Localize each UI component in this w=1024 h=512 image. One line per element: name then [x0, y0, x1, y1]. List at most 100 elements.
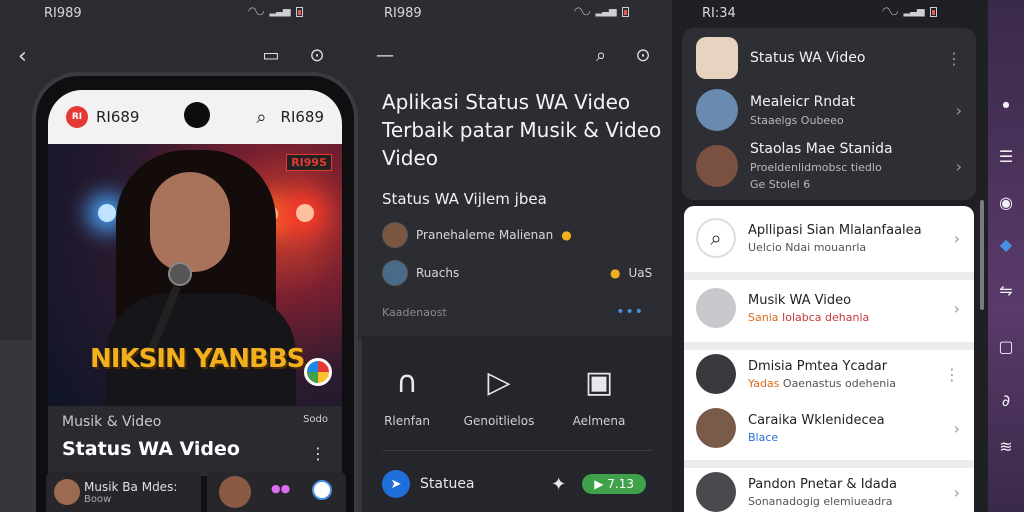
avatar — [54, 479, 80, 505]
phone-screen: RI RI689 ⌕ RI689 RI99S NIKSIN YANBBS Mus… — [48, 90, 342, 512]
settings-icon[interactable]: ⊙ — [306, 44, 328, 66]
battery-icon — [621, 6, 629, 17]
list-item-text: Caraika Wklenidecea Blace — [748, 413, 885, 444]
section-subtitle: Status WA Vijlem jbea — [382, 190, 547, 208]
list-item-subtitle: Yadas Oaenastus odehenia — [748, 377, 896, 390]
hero-tag: RI99S — [286, 154, 332, 171]
thumbnail-card[interactable]: ●● — [207, 472, 346, 512]
app-icon — [312, 480, 332, 500]
list-item-note: Iolabca dehanla — [782, 310, 870, 324]
avatar — [696, 472, 736, 512]
action-listen[interactable]: ∩ Rlenfan — [362, 365, 452, 429]
list-item-label: Pranehaleme Malienan — [416, 228, 554, 242]
list-item[interactable]: Dmisia Pmtea Ycadar Yadas Oaenastus odeh… — [696, 354, 960, 394]
app-icon[interactable]: ◆ — [994, 232, 1018, 256]
search-icon[interactable]: ⌕ — [590, 44, 612, 66]
share-icon[interactable]: ⇋ — [994, 278, 1018, 302]
thumbnail-label: Musik Ba Mdes: — [84, 479, 178, 494]
list-item[interactable]: ⌕ Apllipasi Sian Mlalanfaalea Uelcio Nda… — [696, 218, 960, 258]
list-item[interactable]: Ruachs — [382, 260, 459, 286]
list-item[interactable]: Status WA Video ⋮ — [696, 34, 962, 82]
more-icon[interactable]: ••• — [616, 304, 644, 320]
emoji-icon: ● — [561, 228, 572, 242]
list-item[interactable]: Mealeicr Rndat Staaelgs Oubeeo › — [696, 86, 962, 134]
list-item-text: Apllipasi Sian Mlalanfaalea Uelcio Ndai … — [748, 223, 922, 254]
list-item-text: Pandon Pnetar & Idada Sonanadogig elemiu… — [748, 477, 897, 508]
list-icon[interactable]: ☰ — [994, 144, 1018, 168]
avatar — [696, 354, 736, 394]
emoji-icon: ● — [610, 266, 621, 280]
back-icon[interactable]: ‹ — [18, 44, 27, 69]
stack-icon[interactable]: ≋ — [994, 434, 1018, 458]
pin-icon[interactable]: ✦ — [551, 474, 566, 495]
chevron-right-icon[interactable]: › — [954, 419, 960, 438]
panel-app-list: RI:34 ◠◡ ▂▃▅ Status WA Video ⋮ Mealeicr … — [672, 0, 988, 512]
panel-app-detail: RI989 ◠◡ ▂▃▅ ‹ ▭ ⊙ RI RI689 ⌕ RI689 RI99… — [0, 0, 362, 512]
list-item-subtitle: Uelcio Ndai mouanrla — [748, 240, 867, 254]
edit-icon[interactable]: ▢ — [994, 334, 1018, 358]
top-list-card: Status WA Video ⋮ Mealeicr Rndat Staaelg… — [682, 28, 976, 200]
list-item-subtitle: Proeldenlidmobsc tiedlo — [750, 161, 882, 174]
list-item-text: Dmisia Pmtea Ycadar Yadas Oaenastus odeh… — [748, 359, 896, 390]
chevron-right-icon[interactable]: › — [956, 101, 962, 120]
headphones-icon: ∩ — [396, 365, 418, 400]
scrollbar[interactable] — [980, 200, 984, 310]
list-item[interactable]: Caraika Wklenidecea Blace › — [696, 408, 960, 448]
divider — [382, 450, 652, 451]
app-badge-icon — [304, 358, 332, 386]
reaction-count-label: UaS — [628, 266, 653, 280]
avatar — [696, 288, 736, 328]
avatar — [696, 37, 738, 79]
settings-icon[interactable]: ⊙ — [632, 44, 654, 66]
list-item-label: Ruachs — [416, 266, 460, 280]
pill-label: 7.13 — [607, 477, 634, 491]
more-options-icon[interactable]: ⋮ — [310, 444, 326, 463]
status-bar: RI:34 — [702, 6, 736, 21]
cast-icon[interactable]: ▭ — [260, 44, 282, 66]
avatar — [696, 145, 738, 187]
chevron-right-icon[interactable]: › — [956, 157, 962, 176]
avatar — [219, 476, 251, 508]
app-results-list: ⌕ Apllipasi Sian Mlalanfaalea Uelcio Nda… — [684, 206, 974, 512]
list-item-title: Status WA Video — [750, 50, 866, 66]
action-gallery[interactable]: ▣ Aelmena — [554, 366, 644, 429]
avatar-icon[interactable]: ◉ — [994, 190, 1018, 214]
more-options-icon[interactable]: ⋮ — [946, 49, 962, 68]
status-time: RI:34 — [702, 6, 736, 21]
download-pill[interactable]: ▶ 7.13 — [582, 474, 646, 494]
search-icon[interactable]: ⌕ — [256, 107, 266, 128]
chevron-right-icon[interactable]: › — [954, 483, 960, 502]
video-title: Status WA Video — [62, 438, 240, 460]
chevron-right-icon[interactable]: › — [954, 229, 960, 248]
action-play[interactable]: ▷ Genoitlielos — [454, 366, 544, 429]
signal-icon: ▂▃▅ — [269, 6, 290, 17]
list-item-title: Caraika Wklenidecea — [748, 412, 885, 428]
more-options-icon[interactable]: ⋮ — [944, 365, 960, 384]
status-bar: RI989 — [384, 6, 422, 21]
link-icon[interactable]: ∂ — [994, 388, 1018, 412]
list-item[interactable]: Staolas Mae Stanida Proeldenlidmobsc tie… — [696, 136, 962, 196]
reaction-icon: ●● — [271, 482, 291, 495]
list-item-title: Dmisia Pmtea Ycadar — [748, 358, 888, 374]
list-item-meta: Ge Stolel 6 — [750, 178, 811, 191]
thumbnail-card[interactable]: Musik Ba Mdes: Boow — [46, 472, 201, 512]
microphone-icon — [168, 262, 192, 286]
list-item-title: Apllipasi Sian Mlalanfaalea — [748, 222, 922, 238]
brand-name: RI689 — [96, 108, 140, 126]
list-item[interactable]: Pandon Pnetar & Idada Sonanadogig elemiu… — [696, 472, 960, 512]
hero-image[interactable]: RI99S NIKSIN YANBBS — [48, 144, 342, 406]
list-item-subtitle: Blace — [748, 430, 779, 444]
share-icon[interactable]: ➤ — [382, 470, 410, 498]
hero-title: NIKSIN YANBBS — [90, 344, 305, 374]
list-item-subtitle: Staaelgs Oubeeo — [750, 113, 844, 127]
phone-app-bar: RI RI689 ⌕ RI689 — [48, 90, 342, 144]
list-item-tag: Yadas — [748, 376, 780, 390]
list-item[interactable]: Musik WA Video Sania Iolabca dehanla › — [696, 288, 960, 328]
wifi-icon: ◠◡ — [248, 6, 264, 17]
menu-icon[interactable]: — — [374, 44, 396, 66]
thumbnail-sub: Boow — [84, 493, 112, 505]
list-item-subtitle: Sonanadogig elemiueadra — [748, 494, 893, 508]
action-label: Aelmena — [572, 414, 626, 428]
chevron-right-icon[interactable]: › — [954, 299, 960, 318]
list-item[interactable]: Pranehaleme Malienan ● — [382, 222, 572, 248]
